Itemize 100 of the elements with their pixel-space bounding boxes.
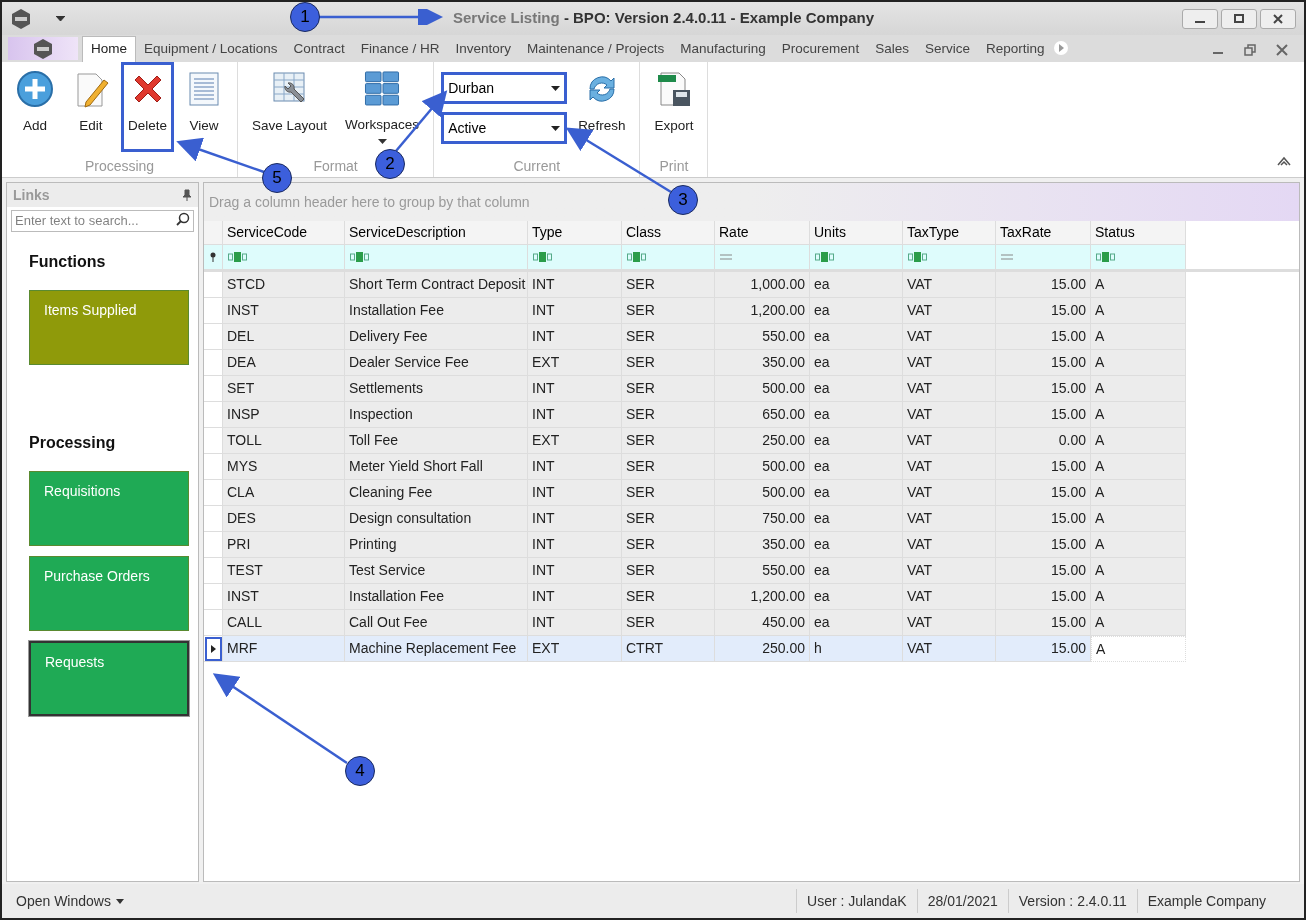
text-filter-icon — [533, 252, 553, 262]
grid-row[interactable]: TOLL Toll Fee EXT SER 250.00 ea VAT 0.00 A — [204, 428, 1186, 454]
scroll-right-icon[interactable] — [1054, 41, 1069, 55]
grid-row[interactable]: INST Installation Fee INT SER 1,200.00 ea VAT 15.00 A — [204, 584, 1186, 610]
menu-tab[interactable]: Procurement — [773, 36, 868, 62]
grid-row[interactable]: INST Installation Fee INT SER 1,200.00 ea VAT 15.00 A — [204, 298, 1186, 324]
section-heading: Processing — [29, 433, 117, 453]
column-header[interactable]: Rate — [715, 221, 810, 245]
ribbon-button[interactable]: Save Layout — [245, 62, 335, 152]
menu-tab[interactable]: Manufacturing — [672, 36, 774, 62]
pin-icon[interactable] — [182, 189, 192, 201]
ribbon-button[interactable]: Add — [9, 62, 61, 152]
grid-row[interactable]: CLA Cleaning Fee INT SER 500.00 ea VAT 15.00 A — [204, 480, 1186, 506]
dropdown-field[interactable]: Active — [441, 112, 568, 144]
restore-icon[interactable] — [1244, 44, 1256, 56]
dropdown-field[interactable]: Durban — [441, 72, 568, 104]
caret-icon — [551, 125, 561, 131]
menu-tab[interactable]: Inventory — [447, 36, 519, 62]
grid-row[interactable]: INSP Inspection INT SER 650.00 ea VAT 15.00 A — [204, 402, 1186, 428]
filter-cell[interactable] — [223, 245, 345, 269]
column-header[interactable]: TaxType — [903, 221, 996, 245]
grid-row[interactable]: DEA Dealer Service Fee EXT SER 350.00 ea VAT 15.00 A — [204, 350, 1186, 376]
filter-cell[interactable] — [810, 245, 903, 269]
maximize-icon — [1232, 13, 1246, 24]
grid-row[interactable]: MRF Machine Replacement Fee EXT CTRT 250.00 h VAT 15.00 A — [204, 636, 1186, 662]
caret-icon — [377, 139, 387, 145]
table-cell: MRF — [223, 636, 345, 662]
status-text: User : JulandaK — [796, 889, 917, 913]
table-cell: Machine Replacement Fee — [345, 636, 528, 662]
filter-cell[interactable] — [528, 245, 622, 269]
column-header[interactable]: Type — [528, 221, 622, 245]
table-cell: h — [810, 636, 903, 662]
column-header[interactable]: ServiceDescription — [345, 221, 528, 245]
close-button[interactable] — [1260, 8, 1296, 29]
filter-cell[interactable] — [622, 245, 715, 269]
menu-tab[interactable]: Sales — [867, 36, 917, 62]
app-logo-icon — [32, 37, 54, 60]
window-title: Service Listing - BPO: Version 2.4.0.11 - Example Company — [453, 9, 874, 27]
application-menu-button[interactable] — [8, 37, 78, 60]
grid-row[interactable]: CALL Call Out Fee INT SER 450.00 ea VAT 15.00 A — [204, 610, 1186, 636]
grid-row[interactable]: STCD Short Term Contract Deposit INT SER 1,000.00 ea VAT 15.00 A — [204, 272, 1186, 298]
menu-tab[interactable]: Equipment / Locations — [136, 36, 286, 62]
ribbon-button[interactable]: Refresh — [571, 62, 633, 152]
filter-cell[interactable] — [345, 245, 528, 269]
filter-cell[interactable] — [903, 245, 996, 269]
column-header[interactable]: Class — [622, 221, 715, 245]
column-header[interactable]: TaxRate — [996, 221, 1091, 245]
plus-circle-icon — [16, 70, 54, 108]
table-cell: 250.00 — [715, 636, 810, 662]
filter-cell[interactable] — [715, 245, 810, 269]
column-header[interactable]: Units — [810, 221, 903, 245]
column-header[interactable]: Status — [1091, 221, 1186, 245]
text-filter-icon — [908, 252, 928, 262]
table-cell: CTRT — [622, 636, 715, 662]
status-text: Version : 2.4.0.11 — [1007, 889, 1137, 913]
group-label: Processing — [84, 156, 155, 176]
column-header[interactable]: ServiceCode — [223, 221, 345, 245]
grid-row[interactable]: DEL Delivery Fee INT SER 550.00 ea VAT 15.00 A — [204, 324, 1186, 350]
grid-row[interactable]: PRI Printing INT SER 350.00 ea VAT 15.00 A — [204, 532, 1186, 558]
search-field[interactable]: Enter text to search... — [11, 209, 194, 232]
collapse-ribbon-icon[interactable] — [1276, 155, 1292, 167]
text-filter-icon — [627, 252, 647, 262]
grid-row[interactable]: TEST Test Service INT SER 550.00 ea VAT 15.00 A — [204, 558, 1186, 584]
caret-icon[interactable] — [56, 15, 65, 22]
menu-tab[interactable]: Maintenance / Projects — [518, 36, 673, 62]
status-text: 28/01/2021 — [916, 889, 1008, 913]
grid-row[interactable]: MYS Meter Yield Short Fall INT SER 500.00 ea VAT 15.00 A — [204, 454, 1186, 480]
close-icon[interactable] — [1276, 44, 1288, 56]
table-cell: A — [1091, 636, 1186, 662]
filter-cell[interactable] — [996, 245, 1091, 269]
ribbon-button[interactable]: Edit — [65, 62, 117, 152]
minimize-button[interactable] — [1182, 8, 1218, 29]
menu-tab[interactable]: Service — [916, 36, 978, 62]
ribbon-button[interactable]: Delete — [121, 62, 175, 152]
row-indicator-cell[interactable] — [204, 636, 223, 662]
group-hint: Drag a column header here to group by that column — [209, 192, 530, 212]
menu-tab[interactable]: Contract — [285, 36, 353, 62]
menu-tab[interactable]: Reporting — [977, 36, 1053, 62]
group-label: Format — [313, 156, 358, 176]
search-icon — [176, 212, 190, 226]
text-filter-icon — [815, 252, 835, 262]
ribbon-button[interactable]: View — [178, 62, 231, 152]
open-windows-button[interactable]: Open Windows — [2, 890, 138, 912]
grid-row[interactable]: DES Design consultation INT SER 750.00 ea VAT 15.00 A — [204, 506, 1186, 532]
status-text: Example Company — [1136, 889, 1276, 913]
section-heading: Functions — [29, 252, 107, 272]
filter-pin-icon — [209, 252, 217, 262]
app-logo-icon — [10, 7, 32, 30]
maximize-button[interactable] — [1221, 8, 1257, 29]
menu-tab[interactable]: Home — [82, 36, 136, 62]
filter-cell[interactable] — [1091, 245, 1186, 269]
menu-tab[interactable]: Finance / HR — [352, 36, 448, 62]
close-icon — [1271, 13, 1285, 24]
caret-icon — [115, 898, 124, 904]
text-filter-icon — [228, 252, 248, 262]
grid-row[interactable]: SET Settlements INT SER 500.00 ea VAT 15.00 A — [204, 376, 1186, 402]
ribbon-button[interactable]: Workspaces — [338, 62, 427, 152]
group-label: Print — [659, 156, 689, 176]
equals-icon — [1001, 254, 1013, 260]
ribbon-button[interactable]: Export — [647, 62, 701, 152]
